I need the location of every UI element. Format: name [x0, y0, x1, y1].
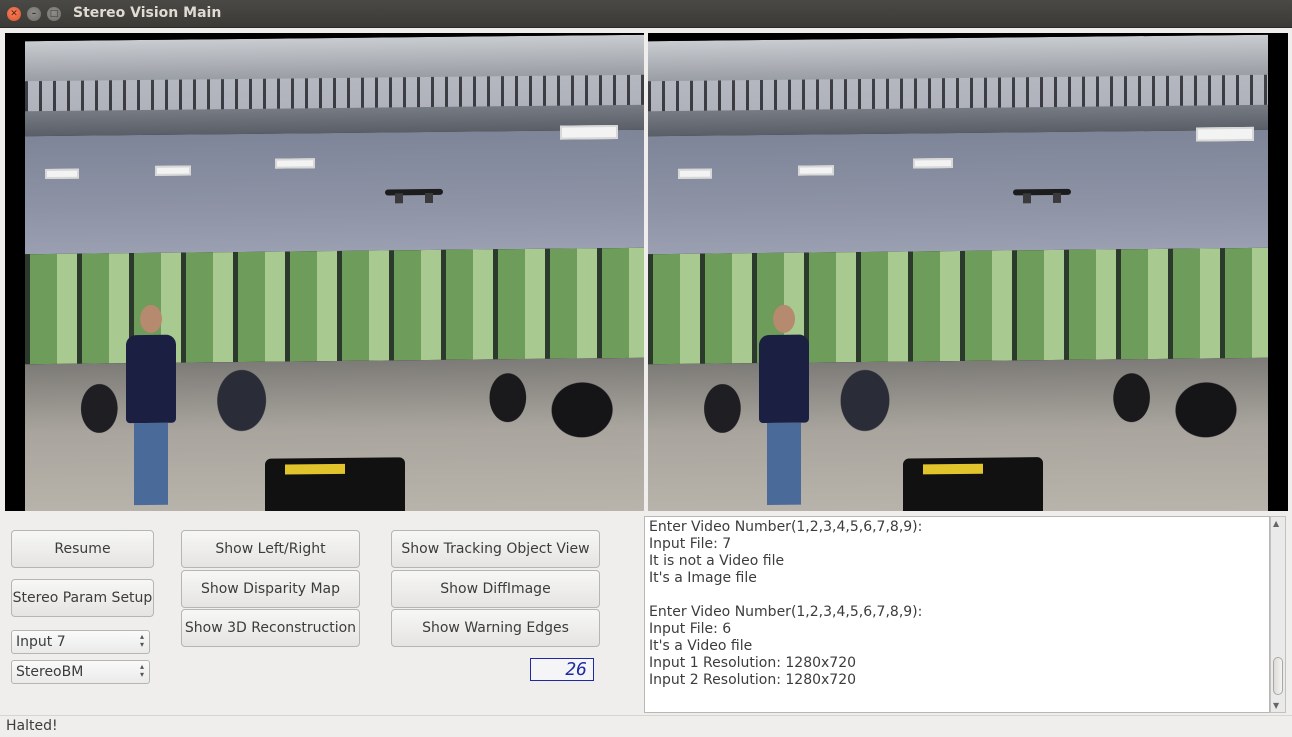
show-left-right-button[interactable]: Show Left/Right [181, 530, 360, 568]
log-line: It's a Image file [649, 570, 757, 586]
left-camera-image [25, 34, 644, 511]
minimize-icon[interactable]: – [27, 7, 41, 21]
algorithm-select-value: StereoBM [16, 664, 84, 680]
stereo-param-setup-button[interactable]: Stereo Param Setup [11, 579, 154, 617]
show-warning-edges-button[interactable]: Show Warning Edges [391, 609, 600, 647]
stereo-vision-window: ✕ – □ Stereo Vision Main Resume Stereo P… [0, 0, 1292, 737]
show-tracking-object-view-button[interactable]: Show Tracking Object View [391, 530, 600, 568]
log-line: Input File: 6 [649, 621, 732, 637]
input-select[interactable]: Input 7 ▴ ▾ [11, 630, 150, 654]
left-camera-view [5, 33, 644, 511]
show-3d-reconstruction-button[interactable]: Show 3D Reconstruction [181, 609, 360, 647]
resume-button[interactable]: Resume [11, 530, 154, 568]
log-line: Enter Video Number(1,2,3,4,5,6,7,8,9): [649, 519, 923, 535]
show-diffimage-button[interactable]: Show DiffImage [391, 570, 600, 608]
status-bar: Halted! [0, 715, 1292, 737]
log-line: Input 1 Resolution: 1280x720 [649, 655, 857, 671]
log-line: It's a Video file [649, 638, 753, 654]
scroll-down-icon[interactable]: ▼ [1273, 701, 1279, 710]
log-line: It is not a Video file [649, 553, 785, 569]
maximize-icon[interactable]: □ [47, 7, 61, 21]
right-camera-view [648, 33, 1288, 511]
input-select-value: Input 7 [16, 634, 66, 650]
window-title: Stereo Vision Main [73, 5, 222, 21]
show-disparity-map-button[interactable]: Show Disparity Map [181, 570, 360, 608]
log-output[interactable]: Enter Video Number(1,2,3,4,5,6,7,8,9): In… [644, 516, 1270, 713]
spin-arrows-icon: ▴ ▾ [139, 632, 144, 649]
right-camera-image [648, 34, 1268, 511]
log-scrollbar[interactable]: ▲ ▼ [1270, 516, 1286, 713]
scroll-thumb[interactable] [1273, 657, 1283, 695]
scroll-up-icon[interactable]: ▲ [1273, 519, 1279, 528]
close-icon[interactable]: ✕ [7, 7, 21, 21]
algorithm-select[interactable]: StereoBM ▴ ▾ [11, 660, 150, 684]
lcd-counter: 26 [530, 658, 594, 681]
title-bar: ✕ – □ Stereo Vision Main [0, 0, 1292, 28]
log-line: Enter Video Number(1,2,3,4,5,6,7,8,9): [649, 604, 923, 620]
status-text: Halted! [6, 718, 58, 734]
log-line: Input 2 Resolution: 1280x720 [649, 672, 857, 688]
spin-arrows-icon: ▴ ▾ [139, 662, 144, 679]
log-line: Input File: 7 [649, 536, 732, 552]
